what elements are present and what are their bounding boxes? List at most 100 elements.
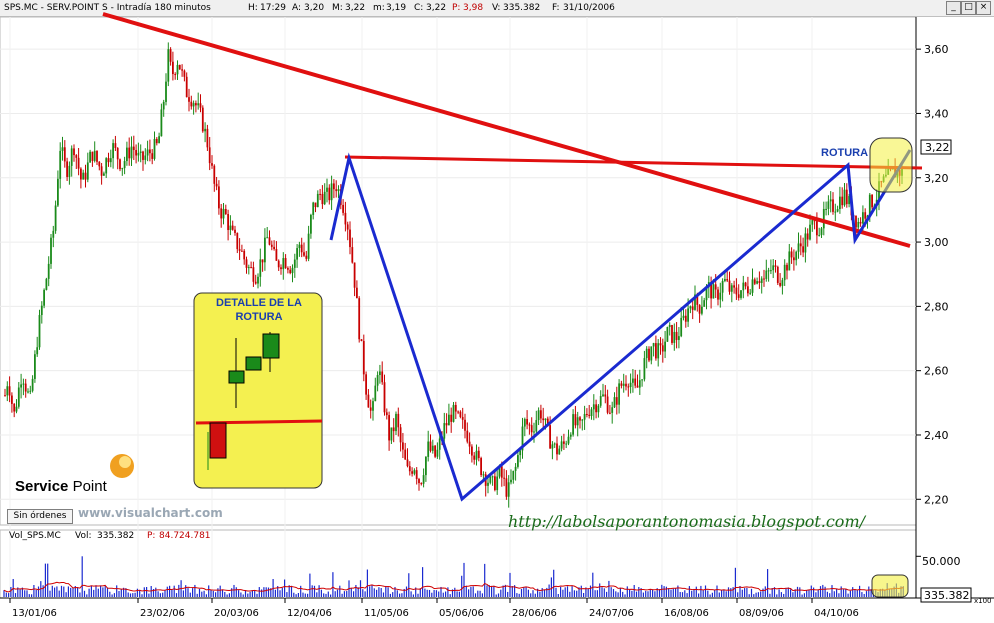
candle-body [47,263,50,279]
x-tick-label: 12/04/06 [287,608,332,619]
candle-body [82,172,85,180]
candle-body [749,292,752,294]
candle-body [126,147,128,162]
candle-body [321,193,324,205]
candle-body [146,149,149,156]
candle-body [31,378,34,391]
candle-body [427,441,430,457]
candle-body [337,189,340,192]
candle-body [84,172,87,180]
candle-body [652,343,655,347]
candle-body [491,476,494,478]
candle-body [34,354,36,379]
candle-body [121,168,124,170]
x-tick-label: 28/06/06 [512,608,557,619]
volume-last-label: 335.382 [924,589,970,602]
rotura-label: ROTURA [821,147,869,159]
candle-body [38,315,41,348]
candle-body [70,148,73,166]
candle-body [482,474,485,476]
candle-body [63,147,66,162]
candle-body [820,228,823,235]
candle-body [425,456,427,476]
candle-body [153,138,156,159]
volume-ytick-label: 50.000 [922,555,961,568]
candle-body [374,385,377,402]
candle-body [197,103,200,106]
candle-body [740,290,742,298]
candle-body [13,403,16,412]
candle-body [190,101,193,107]
candle-body [402,442,404,450]
last-price-label: 3,22 [925,141,950,154]
candle-body [691,306,694,310]
candle-body [661,345,664,352]
candle-body [149,149,151,154]
candle-body [864,212,867,219]
candle-body [418,479,420,484]
candle-body [629,382,632,387]
candle-body [806,233,809,240]
candle-body [206,128,209,148]
candle-body [314,202,317,208]
candle-body [296,248,298,260]
candle-body [671,325,673,343]
volume-vol-value: 335.382 [97,531,135,541]
candle-body [257,276,259,284]
candle-body [215,183,218,187]
candle-body [510,479,512,483]
candle-body [270,244,273,247]
candle-body [224,208,227,215]
candle-body [411,471,413,474]
candle-body [728,280,731,292]
candle-body [569,434,572,437]
candle-body [468,441,471,447]
candle-body [763,278,765,280]
candle-body [572,414,574,435]
candle-body [231,225,234,230]
candle-body [116,147,119,160]
candle-body [574,414,577,426]
candle-body [809,224,811,240]
candle-body [544,418,547,421]
candle-body [753,279,756,284]
candle-body [8,386,11,396]
candle-body [822,208,825,229]
candle-body [537,410,540,421]
candle-body [650,346,653,361]
candle-body [583,413,586,420]
candle-body [367,394,370,408]
sin-ordenes-button[interactable]: Sin órdenes [7,509,73,524]
candle-body [726,278,729,281]
candle-body [176,64,179,75]
service-point-logo-highlight [119,456,131,468]
volume-vol-label: Vol: [75,531,92,541]
candle-body [795,251,798,261]
candle-body [563,441,565,444]
candle-body [351,247,354,263]
candle-body [678,336,680,340]
candle-body [319,193,321,195]
candle-body [645,348,648,359]
candle-body [174,74,177,76]
candle-body [655,343,657,359]
candle-body [250,267,252,269]
candle-body [751,279,754,293]
candle-body [241,250,243,252]
candle-body [103,173,105,176]
candle-body [857,221,860,228]
candle-body [273,246,275,250]
candle-body [310,214,312,234]
candle-body [54,205,57,231]
candle-body [80,168,82,180]
candle-body [634,378,637,386]
candle-body [119,159,121,170]
candle-body [107,158,110,163]
blog-url: http://labolsaporantonomasia.blogspot.co… [508,512,865,531]
candle-body [765,270,768,279]
volume-p-value: 84.724.781 [159,531,211,541]
candle-body [461,416,464,420]
candle-body [744,282,747,287]
candle-body [45,278,48,290]
candle-body [839,196,841,210]
